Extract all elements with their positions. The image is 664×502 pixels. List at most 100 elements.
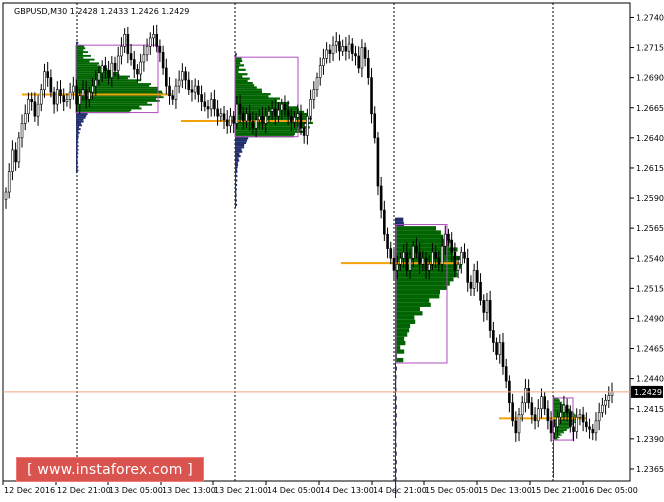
profile-bar bbox=[553, 465, 554, 467]
candle-body bbox=[132, 59, 136, 70]
candle-body bbox=[110, 62, 114, 78]
profile-bar bbox=[235, 66, 240, 69]
candle-body bbox=[290, 115, 293, 123]
candle-body bbox=[447, 233, 450, 241]
candle-body bbox=[373, 113, 377, 139]
candle-body bbox=[270, 108, 274, 112]
candle-body bbox=[299, 113, 303, 129]
candle-body bbox=[588, 426, 591, 430]
profile-bar bbox=[395, 230, 441, 235]
profile-bar bbox=[76, 41, 79, 44]
candle-body bbox=[386, 233, 389, 249]
price-chart: 1.2429 1.2740 1.2715 1.2690 1.2665 1.2640 1.2… bbox=[0, 0, 664, 502]
candle-body bbox=[450, 239, 453, 253]
y-tick-label: 1.2490 bbox=[636, 314, 664, 323]
candle-body bbox=[30, 99, 33, 103]
profile-bar bbox=[395, 302, 431, 307]
candle-body bbox=[610, 391, 614, 396]
profile-bar bbox=[553, 476, 554, 478]
profile-bar bbox=[395, 311, 423, 316]
candle-body bbox=[161, 52, 165, 69]
y-tick-label: 1.2365 bbox=[636, 465, 664, 474]
profile-bar bbox=[553, 456, 554, 459]
profile-bar bbox=[235, 124, 305, 127]
profile-bar bbox=[235, 183, 238, 187]
profile-bar bbox=[235, 97, 280, 100]
profile-bar bbox=[235, 199, 237, 202]
profile-bar bbox=[235, 166, 238, 169]
candle-body bbox=[575, 416, 579, 432]
profile-bar bbox=[76, 131, 80, 134]
profile-bar bbox=[395, 285, 448, 290]
profile-bar bbox=[235, 77, 250, 80]
profile-bar bbox=[235, 57, 242, 60]
candle-body bbox=[248, 113, 251, 122]
profile-bar bbox=[553, 400, 560, 402]
candle-body bbox=[479, 282, 482, 301]
profile-bar bbox=[395, 413, 397, 418]
candle-body bbox=[46, 71, 49, 78]
profile-bar bbox=[553, 401, 563, 403]
candle-body bbox=[59, 89, 62, 97]
profile-bar bbox=[553, 468, 554, 470]
candle-body bbox=[443, 233, 447, 247]
profile-bar bbox=[76, 109, 132, 112]
y-tick-label: 1.2515 bbox=[636, 284, 664, 293]
candle-body bbox=[344, 46, 348, 52]
profile-bar bbox=[235, 190, 237, 193]
profile-bar bbox=[76, 143, 78, 146]
profile-bar bbox=[553, 425, 572, 427]
candle-body bbox=[488, 300, 492, 331]
profile-bar bbox=[235, 128, 301, 131]
profile-bar bbox=[235, 163, 239, 167]
profile-bar bbox=[553, 466, 554, 468]
candle-body bbox=[197, 85, 200, 95]
profile-bar bbox=[76, 115, 87, 117]
profile-bar bbox=[235, 201, 236, 204]
candle-body bbox=[440, 245, 444, 265]
candle-body bbox=[350, 43, 354, 54]
candle-body bbox=[229, 115, 232, 127]
profile-bar bbox=[76, 139, 78, 142]
profile-bar bbox=[553, 463, 554, 466]
profile-bar bbox=[553, 450, 554, 453]
profile-bar bbox=[235, 141, 247, 144]
profile-bar bbox=[553, 452, 554, 454]
profile-bar bbox=[76, 101, 148, 104]
candle-body bbox=[75, 85, 78, 105]
profile-bar bbox=[395, 447, 396, 452]
profile-bar bbox=[395, 289, 441, 295]
candle-body bbox=[597, 412, 601, 422]
candle-body bbox=[209, 99, 213, 110]
profile-bar bbox=[395, 340, 406, 346]
profile-bar bbox=[76, 165, 79, 168]
profile-bar bbox=[395, 234, 444, 239]
candle-body bbox=[274, 108, 277, 117]
candle-body bbox=[293, 117, 296, 123]
candle-body bbox=[501, 342, 505, 367]
x-tick-label: 12 Dec 2016 bbox=[4, 486, 55, 495]
candle-body bbox=[559, 412, 562, 418]
profile-bar bbox=[395, 226, 436, 231]
profile-bar bbox=[395, 451, 397, 456]
profile-bar bbox=[553, 453, 554, 455]
candle-body bbox=[139, 61, 142, 75]
candle-body bbox=[405, 251, 409, 271]
profile-bar bbox=[235, 59, 243, 63]
candle-body bbox=[245, 113, 248, 122]
candle-body bbox=[181, 71, 184, 81]
candle-body bbox=[72, 85, 75, 93]
profile-bar bbox=[76, 116, 86, 119]
y-axis: 1.2740 1.2715 1.2690 1.2665 1.2640 1.2615 1.25… bbox=[630, 13, 664, 474]
candle-body bbox=[190, 89, 194, 93]
candle-body bbox=[88, 91, 91, 100]
profile-bar bbox=[76, 158, 78, 161]
candle-body bbox=[145, 46, 149, 56]
candle-body bbox=[36, 103, 40, 117]
candle-body bbox=[107, 70, 110, 78]
candle-body bbox=[543, 396, 546, 410]
candle-body bbox=[23, 113, 27, 124]
y-tick-label: 1.2465 bbox=[636, 345, 664, 354]
candle-body bbox=[203, 101, 207, 107]
candle-body bbox=[120, 46, 123, 57]
